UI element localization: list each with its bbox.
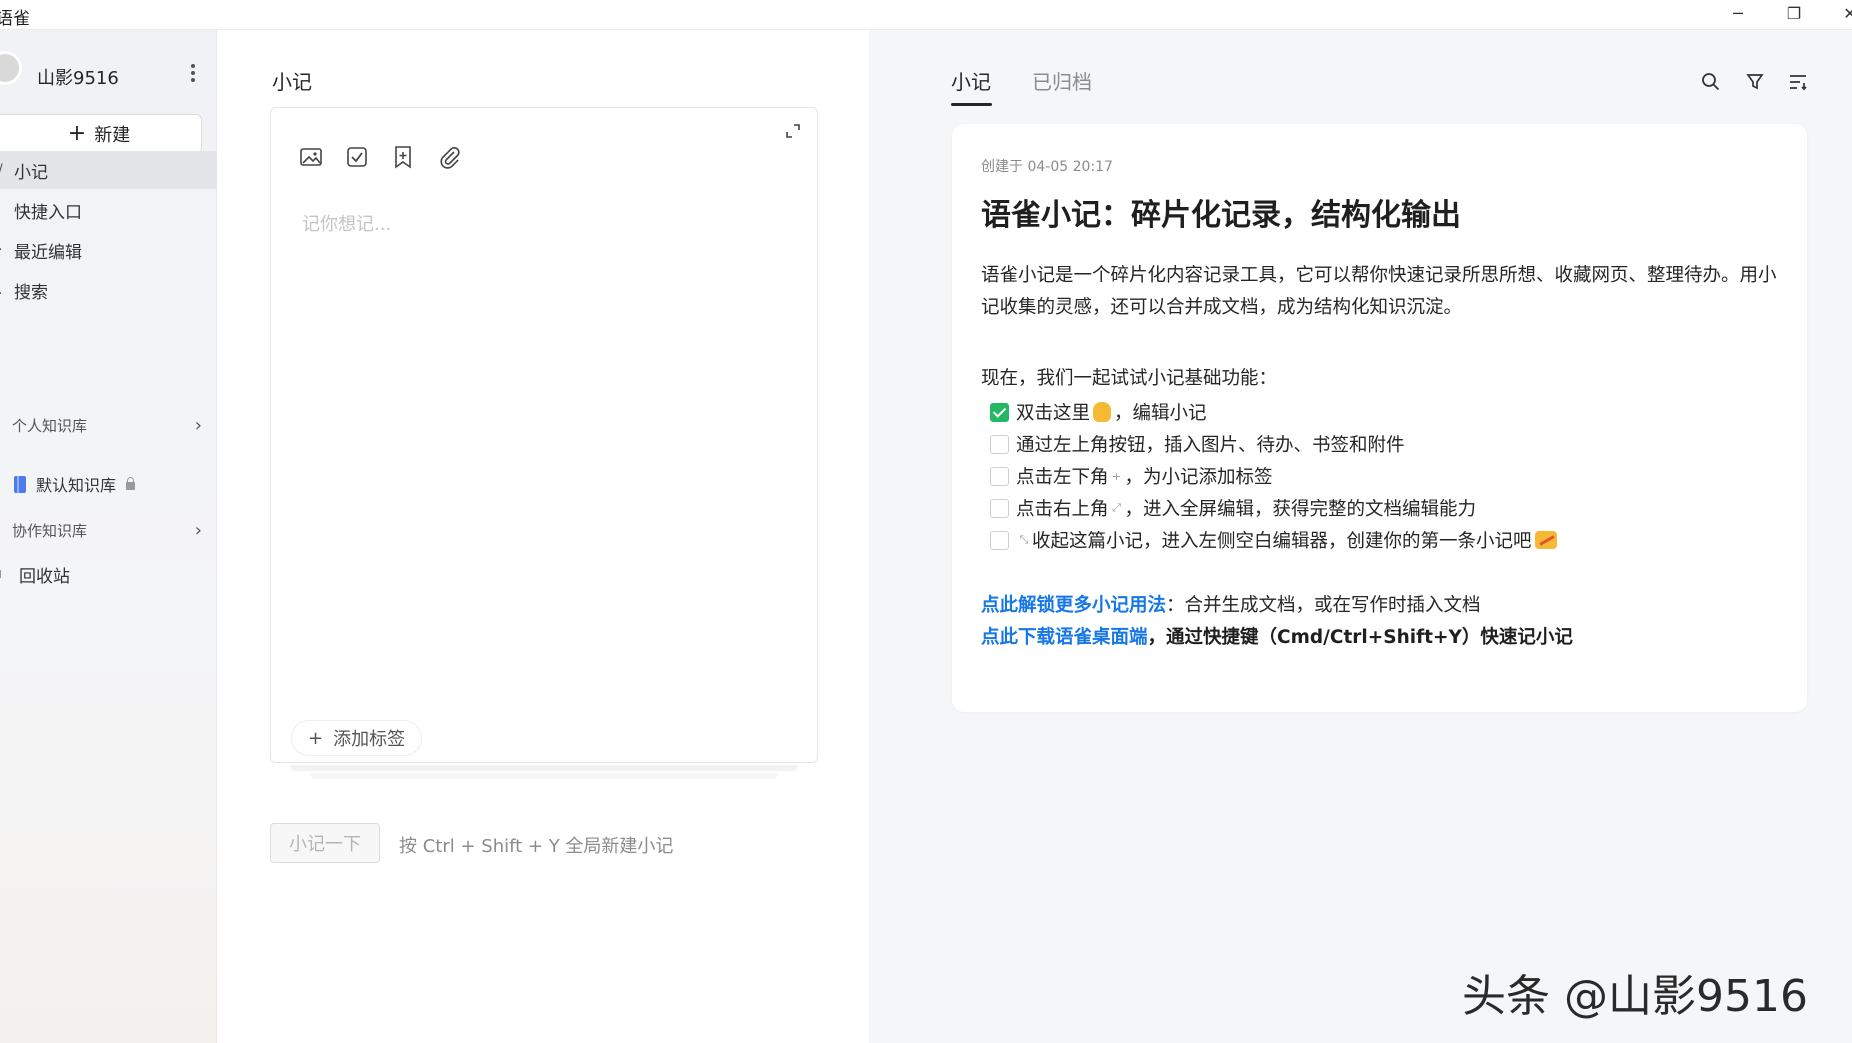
todo-text: 点击左下角 xyxy=(1016,467,1109,488)
editor-card[interactable]: 记你想记... + 添加标签 xyxy=(270,107,818,763)
note-created-time: 创建于 04-05 20:17 xyxy=(981,159,1113,175)
note-input[interactable]: 记你想记... xyxy=(302,210,391,236)
title-bar: 语雀 ─ ❐ ✕ xyxy=(0,0,1852,30)
book-icon xyxy=(14,475,26,493)
maximize-button[interactable]: ❐ xyxy=(1766,0,1822,30)
plus-icon: + xyxy=(67,121,87,146)
note-paragraph: 语雀小记是一个碎片化内容记录工具，它可以帮你快速记录所思所想、收藏网页、整理待办… xyxy=(981,265,1777,318)
kb-label: 默认知识库 xyxy=(36,476,117,495)
tab-underline xyxy=(951,103,992,106)
image-icon[interactable] xyxy=(298,144,324,170)
editor-column: 小记 记你想记... + 添加标签 小记一下 按 Ctrl + Shift + … xyxy=(217,30,869,1043)
sidebar-item-search[interactable]: . 搜索 xyxy=(0,271,217,309)
plus-icon: + xyxy=(1111,469,1122,483)
todo-item: 双击这里 ，编辑小记 xyxy=(990,400,1207,424)
bookmark-icon[interactable] xyxy=(390,144,416,170)
group-personal-kb[interactable]: 个人知识库 › xyxy=(12,410,202,440)
close-button[interactable]: ✕ xyxy=(1822,0,1852,30)
todo-checkbox[interactable] xyxy=(990,466,1009,486)
sidebar-item-label: 快捷入口 xyxy=(14,202,82,223)
shortcut-hint: 按 Ctrl + Shift + Y 全局新建小记 xyxy=(399,836,674,857)
collapse-icon: ⤡ xyxy=(1019,533,1029,546)
todo-text: ，编辑小记 xyxy=(1114,403,1207,424)
link-line: 点此解锁更多小记用法：合并生成文档，或在写作时插入文档 xyxy=(981,591,1481,617)
todo-item: 点击左下角 + ，为小记添加标签 xyxy=(990,464,1273,488)
chevron-right-icon: › xyxy=(194,519,202,541)
plus-icon: + xyxy=(308,727,324,749)
trash-icon: ı xyxy=(0,566,2,582)
note-card[interactable]: 创建于 04-05 20:17 语雀小记：碎片化记录，结构化输出 语雀小记是一个… xyxy=(952,124,1807,712)
expand-icon: ⤢ xyxy=(1112,501,1121,514)
editor-title: 小记 xyxy=(272,70,312,94)
todo-item: ⤡ 收起这篇小记，进入左侧空白编辑器，创建你的第一条小记吧 xyxy=(990,528,1557,552)
recent-icon: · xyxy=(0,242,2,258)
todo-checkbox[interactable] xyxy=(990,402,1009,422)
watermark: 头条 @山影9516 xyxy=(1462,971,1808,1022)
sidebar-item-shortcuts[interactable]: 快捷入口 xyxy=(0,191,217,229)
todo-item: 通过左上角按钮，插入图片、待办、书签和附件 xyxy=(990,432,1405,456)
note-icon: / xyxy=(0,162,3,178)
attachment-icon[interactable] xyxy=(437,144,463,170)
lock-icon xyxy=(126,477,136,490)
sidebar-item-label: 回收站 xyxy=(19,566,70,587)
todo-text: 双击这里 xyxy=(1016,403,1091,424)
avatar[interactable] xyxy=(0,51,22,85)
todo-item: 点击右上角 ⤢ ，进入全屏编辑，获得完整的文档编辑能力 xyxy=(990,496,1476,520)
todo-checkbox[interactable] xyxy=(990,434,1009,454)
hand-emoji-icon xyxy=(1093,402,1112,422)
minimize-button[interactable]: ─ xyxy=(1710,0,1766,30)
new-button[interactable]: + 新建 xyxy=(0,114,202,154)
link-rest-text: ：合并生成文档，或在写作时插入文档 xyxy=(1166,595,1481,616)
unlock-more-link[interactable]: 点此解锁更多小记用法 xyxy=(981,595,1166,616)
notes-pane: 小记 已归档 创建于 04-05 20:17 语雀小记：碎片化记录，结构化输出 … xyxy=(869,30,1852,1043)
username[interactable]: 山影9516 xyxy=(37,64,119,90)
writing-hand-emoji-icon xyxy=(1534,531,1557,549)
expand-icon[interactable] xyxy=(784,122,802,140)
group-label: 个人知识库 xyxy=(12,416,88,435)
more-vertical-icon[interactable] xyxy=(186,62,200,84)
group-collab-kb[interactable]: 协作知识库 › xyxy=(12,515,202,545)
todo-text: 收起这篇小记，进入左侧空白编辑器，创建你的第一条小记吧 xyxy=(1032,531,1532,552)
link-rest-text: ，通过快捷键（Cmd/Ctrl+Shift+Y）快速记小记 xyxy=(1147,627,1573,648)
sort-icon[interactable] xyxy=(1786,70,1810,94)
add-tag-button[interactable]: + 添加标签 xyxy=(291,720,423,756)
search-icon[interactable] xyxy=(1699,70,1723,94)
sidebar-item-notes[interactable]: / 小记 xyxy=(0,151,217,189)
sidebar-item-default-kb[interactable]: 默认知识库 xyxy=(14,472,136,496)
new-button-label: 新建 xyxy=(94,125,131,146)
sidebar-item-recent[interactable]: · 最近编辑 xyxy=(0,231,217,269)
chevron-right-icon: › xyxy=(194,414,202,436)
todo-text: 点击右上角 xyxy=(1016,499,1109,520)
todo-icon[interactable] xyxy=(344,144,370,170)
download-desktop-link[interactable]: 点此下载语雀桌面端 xyxy=(981,627,1148,648)
card-stack-shadow xyxy=(290,765,798,771)
todo-text: 通过左上角按钮，插入图片、待办、书签和附件 xyxy=(1016,435,1405,456)
todo-text: ，为小记添加标签 xyxy=(1124,467,1273,488)
card-stack-shadow xyxy=(310,773,778,779)
app-title: 语雀 xyxy=(0,9,30,29)
sidebar-item-label: 搜索 xyxy=(14,282,48,303)
todo-text: ，进入全屏编辑，获得完整的文档编辑能力 xyxy=(1124,499,1477,520)
search-icon: . xyxy=(0,282,2,298)
note-title: 语雀小记：碎片化记录，结构化输出 xyxy=(981,198,1461,233)
tab-notes[interactable]: 小记 xyxy=(951,66,991,95)
sidebar-item-label: 最近编辑 xyxy=(14,242,82,263)
sidebar: 山影9516 + 新建 / 小记 快捷入口 · 最近编辑 . 搜索 个人知识库 … xyxy=(0,30,217,1043)
link-line: 点此下载语雀桌面端，通过快捷键（Cmd/Ctrl+Shift+Y）快速记小记 xyxy=(981,623,1573,649)
sidebar-item-trash[interactable]: ı 回收站 xyxy=(0,555,217,593)
add-tag-label: 添加标签 xyxy=(333,729,406,750)
filter-icon[interactable] xyxy=(1743,70,1767,94)
group-label: 协作知识库 xyxy=(12,521,88,540)
note-intro: 现在，我们一起试试小记基础功能： xyxy=(981,368,1278,389)
tab-archived[interactable]: 已归档 xyxy=(1032,66,1092,95)
sidebar-item-label: 小记 xyxy=(14,162,48,183)
todo-checkbox[interactable] xyxy=(990,530,1009,550)
submit-note-button[interactable]: 小记一下 xyxy=(270,823,380,863)
todo-checkbox[interactable] xyxy=(990,498,1009,518)
